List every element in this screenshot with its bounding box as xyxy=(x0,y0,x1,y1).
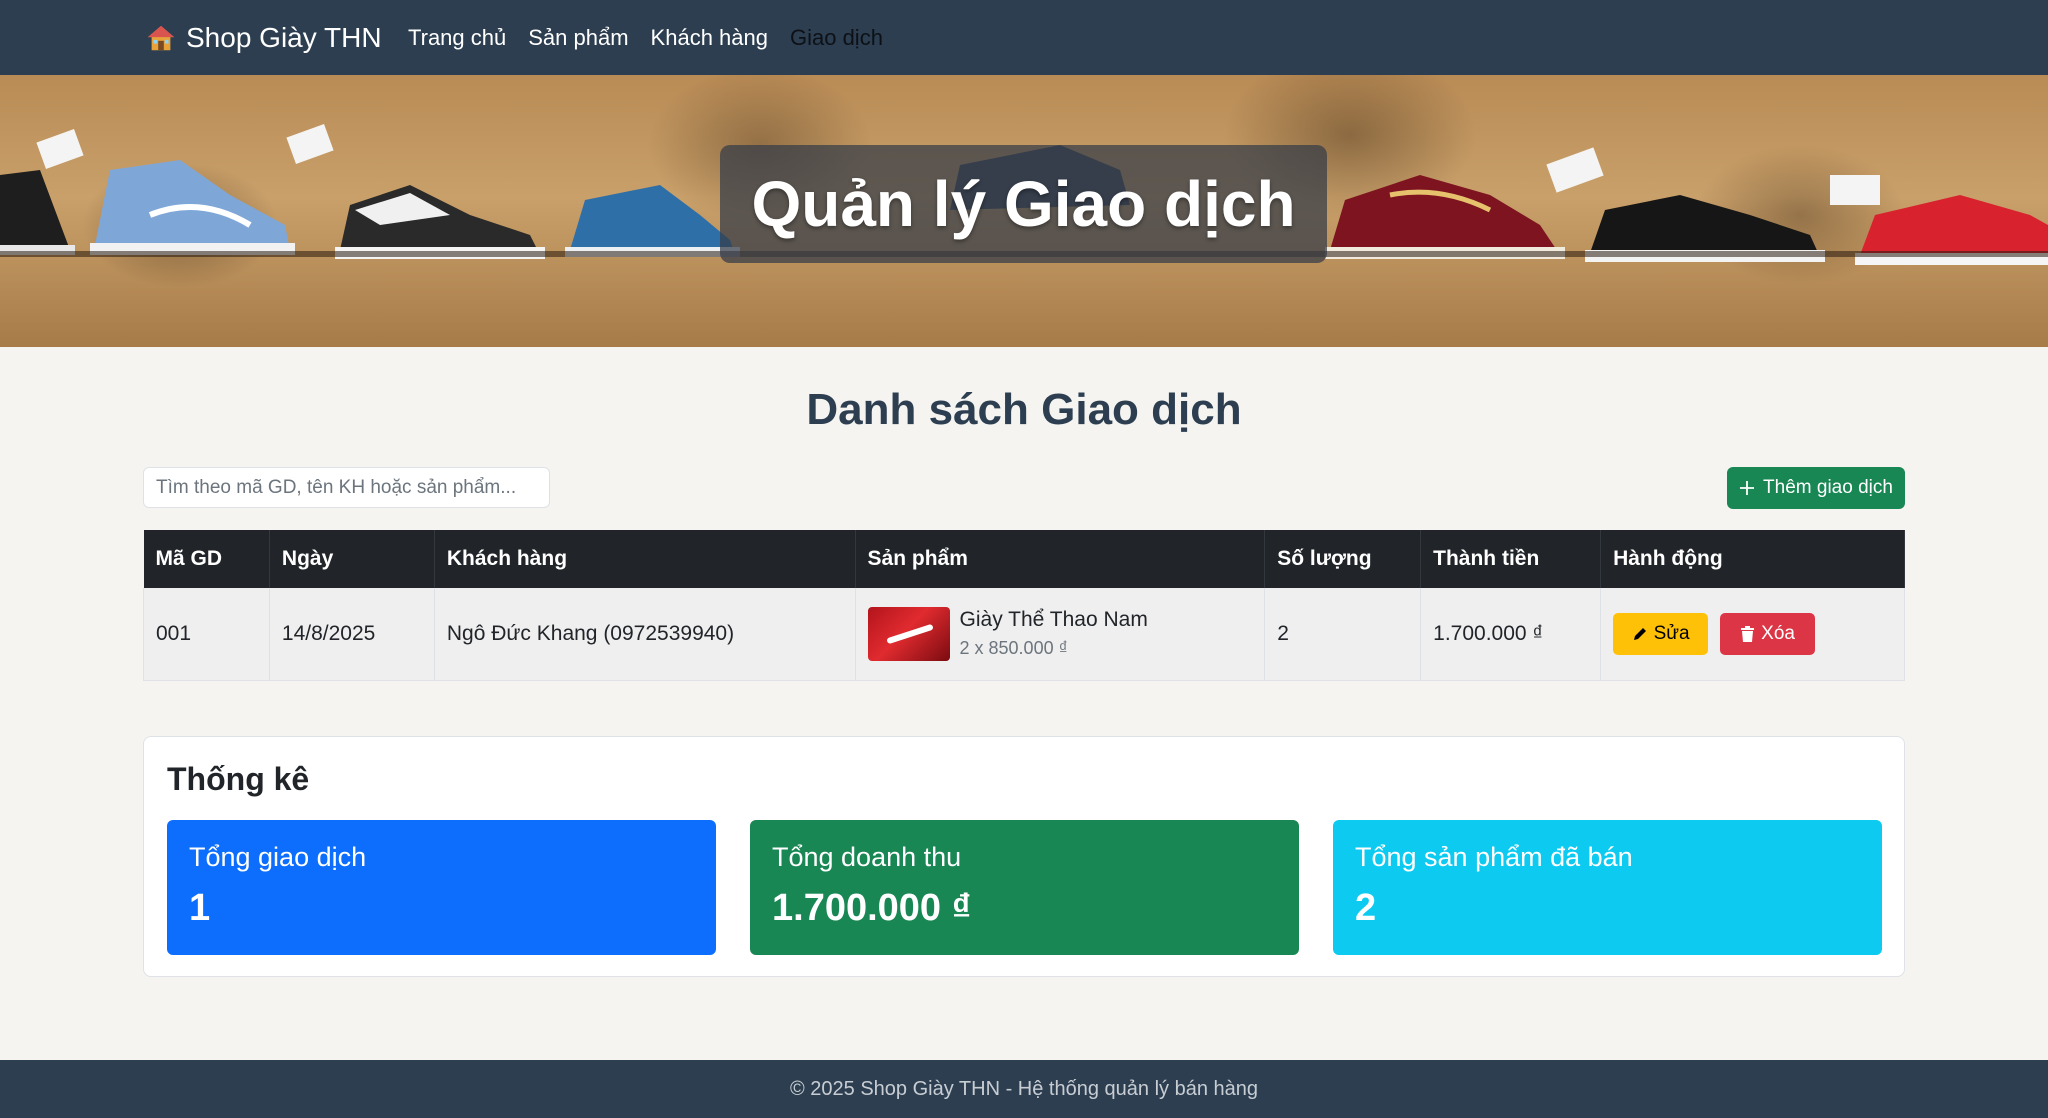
shoe-black-left xyxy=(0,170,75,255)
cell-actions: Sửa Xóa xyxy=(1600,588,1905,681)
shoe-blue-hightop xyxy=(90,160,295,255)
stat-total-revenue: Tổng doanh thu 1.700.000 ₫ xyxy=(750,820,1299,955)
cell-id: 001 xyxy=(143,588,270,681)
cell-date: 14/8/2025 xyxy=(269,588,435,681)
product-name: Giày Thể Thao Nam xyxy=(959,608,1148,632)
add-transaction-label: Thêm giao dịch xyxy=(1763,477,1893,498)
product-info: Giày Thể Thao Nam 2 x 850.000 ₫ xyxy=(960,608,1148,659)
add-transaction-button[interactable]: Thêm giao dịch xyxy=(1727,467,1905,509)
stats-title: Thống kê xyxy=(167,761,310,797)
product-thumbnail xyxy=(867,606,950,661)
brand-name: Shop Giày THN xyxy=(186,21,382,53)
transactions-table: Mã GD Ngày Khách hàng Sản phẩm Số lượng … xyxy=(143,530,1905,681)
house-icon xyxy=(147,25,175,50)
stat-value: 1 xyxy=(189,887,211,929)
stat-value: 2 xyxy=(1355,887,1377,929)
stat-total-transactions: Tổng giao dịch 1 xyxy=(167,820,716,955)
brand-link[interactable]: Shop Giày THN xyxy=(146,0,382,75)
cell-customer: Ngô Đức Khang (0972539940) xyxy=(434,588,856,681)
shoe-patterned xyxy=(335,185,545,259)
header-quantity: Số lượng xyxy=(1264,530,1422,588)
hero-title-box: Quản lý Giao dịch xyxy=(720,145,1327,263)
table-row: 001 14/8/2025 Ngô Đức Khang (0972539940)… xyxy=(143,588,1905,681)
delete-label: Xóa xyxy=(1761,622,1795,644)
trash-icon xyxy=(1741,625,1755,642)
stat-label: Tổng sản phẩm đã bán xyxy=(1355,842,1633,872)
product-detail: 2 x 850.000 ₫ xyxy=(959,638,1068,659)
footer: © 2025 Shop Giày THN - Hệ thống quản lý … xyxy=(0,1060,2048,1118)
stat-label: Tổng giao dịch xyxy=(189,842,367,872)
header-total: Thành tiền xyxy=(1420,530,1602,588)
nav-link-products[interactable]: Sản phẩm xyxy=(528,25,628,51)
header-actions: Hành động xyxy=(1600,530,1905,588)
delete-button[interactable]: Xóa xyxy=(1720,612,1816,655)
stat-label: Tổng doanh thu xyxy=(772,842,962,872)
header-customer: Khách hàng xyxy=(434,530,856,588)
shoe-blue xyxy=(565,185,740,257)
edit-button[interactable]: Sửa xyxy=(1613,612,1709,655)
shoe-red xyxy=(1325,175,1565,259)
footer-text: © 2025 Shop Giày THN - Hệ thống quản lý … xyxy=(790,1077,1258,1100)
nav-link-transactions[interactable]: Giao dịch xyxy=(790,25,883,51)
nav-link-home[interactable]: Trang chủ xyxy=(408,25,506,51)
cell-total: 1.700.000 ₫ xyxy=(1420,588,1602,681)
stat-value: 1.700.000 ₫ xyxy=(772,887,972,929)
page-title: Danh sách Giao dịch xyxy=(806,385,1242,434)
cell-quantity: 2 xyxy=(1264,588,1422,681)
nav-link-customers[interactable]: Khách hàng xyxy=(651,25,768,51)
nav-links: Trang chủ Sản phẩm Khách hàng Giao dịch xyxy=(408,0,883,75)
search-input[interactable] xyxy=(143,467,550,508)
stats-card: Thống kê Tổng giao dịch 1 Tổng doanh thu… xyxy=(143,736,1905,977)
cell-product: Giày Thể Thao Nam 2 x 850.000 ₫ xyxy=(855,588,1266,681)
header-product: Sản phẩm xyxy=(855,530,1266,588)
pencil-icon xyxy=(1633,627,1646,640)
plus-icon xyxy=(1740,481,1755,495)
product-cell: Giày Thể Thao Nam 2 x 850.000 ₫ xyxy=(867,606,1253,661)
row-actions: Sửa Xóa xyxy=(1613,612,1892,655)
stat-products-sold: Tổng sản phẩm đã bán 2 xyxy=(1333,820,1882,955)
hero-title: Quản lý Giao dịch xyxy=(751,168,1296,240)
header-id: Mã GD xyxy=(143,530,270,588)
navbar: Shop Giày THN Trang chủ Sản phẩm Khách h… xyxy=(0,0,2048,75)
header-date: Ngày xyxy=(269,530,435,588)
table-header-row: Mã GD Ngày Khách hàng Sản phẩm Số lượng … xyxy=(143,530,1905,588)
hero-banner: Quản lý Giao dịch xyxy=(0,75,2048,347)
edit-label: Sửa xyxy=(1653,622,1690,644)
